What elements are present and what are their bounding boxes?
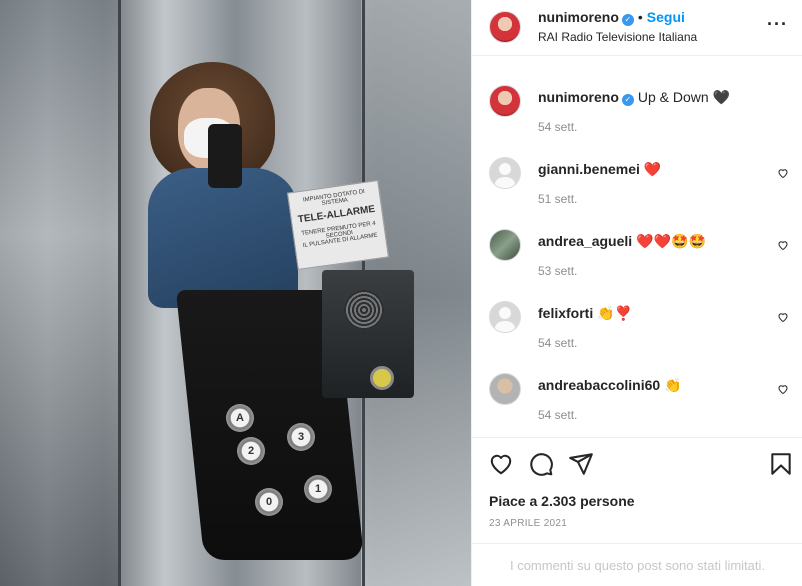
commenter-avatar[interactable] xyxy=(489,229,521,261)
comment-time[interactable]: 54 sett. xyxy=(538,408,577,422)
floor-button-1: 1 xyxy=(304,475,332,503)
floor-button-0: 0 xyxy=(255,488,283,516)
share-icon[interactable] xyxy=(568,451,594,477)
post-location[interactable]: RAI Radio Televisione Italiana xyxy=(538,30,697,44)
comment-text: andrea_agueli ❤️❤️🤩🤩 xyxy=(538,233,706,250)
elevator-door-seam xyxy=(118,0,121,586)
floor-button-2: 2 xyxy=(237,437,265,465)
alarm-sign: IMPIANTO DOTATO DI SISTEMA TELE-ALLARME … xyxy=(287,179,389,271)
comment-like-heart-icon[interactable] xyxy=(777,167,789,179)
smartphone xyxy=(208,124,242,188)
author-line: nunimoreno ✓ • Segui xyxy=(538,9,685,26)
heart-icon[interactable] xyxy=(488,451,514,477)
floor-button-label: 1 xyxy=(314,483,322,495)
comment-body: ❤️ xyxy=(643,161,662,177)
commenter-avatar[interactable] xyxy=(489,157,521,189)
caption-username[interactable]: nunimoreno xyxy=(538,89,619,105)
post-date[interactable]: 23 APRILE 2021 xyxy=(489,518,567,529)
comments-list: nunimoreno ✓ Up & Down 🖤 54 sett. gianni.b… xyxy=(472,57,802,437)
elevator-wall-left xyxy=(0,0,120,586)
floor-button-label: 2 xyxy=(247,445,255,457)
floor-button-a: A xyxy=(226,404,254,432)
commenter-username[interactable]: felixforti xyxy=(538,305,593,321)
author-username[interactable]: nunimoreno xyxy=(538,9,619,25)
verified-badge-icon: ✓ xyxy=(621,14,634,26)
comment-text: andreabaccolini60 👏 xyxy=(538,377,682,394)
post-actions: Piace a 2.303 persone 23 APRILE 2021 I c… xyxy=(472,437,802,586)
comment-like-heart-icon[interactable] xyxy=(777,239,789,251)
likes-count[interactable]: Piace a 2.303 persone xyxy=(489,493,635,509)
floor-button-label: A xyxy=(236,412,244,424)
intercom-panel xyxy=(322,270,414,398)
commenter-username[interactable]: gianni.benemei xyxy=(538,161,640,177)
comment-time[interactable]: 51 sett. xyxy=(538,192,577,206)
comment-like-heart-icon[interactable] xyxy=(777,383,789,395)
post-sidebar: nunimoreno ✓ • Segui RAI Radio Televisione … xyxy=(471,0,802,586)
separator-dot: • xyxy=(637,9,643,25)
comment-body: 👏 xyxy=(664,377,682,393)
post-header: nunimoreno ✓ • Segui RAI Radio Televisione … xyxy=(472,0,802,56)
bookmark-icon[interactable] xyxy=(768,451,794,477)
post-image[interactable]: IMPIANTO DOTATO DI SISTEMA TELE-ALLARME … xyxy=(0,0,471,586)
commenter-username[interactable]: andreabaccolini60 xyxy=(538,377,660,393)
follow-button[interactable]: Segui xyxy=(647,9,685,25)
person-shirt xyxy=(148,168,298,308)
comment-icon[interactable] xyxy=(528,451,554,477)
floor-button-label: 0 xyxy=(265,496,273,508)
caption-text: nunimoreno ✓ Up & Down 🖤 xyxy=(538,89,730,106)
more-options-icon[interactable]: ··· xyxy=(767,14,788,35)
floor-button-3: 3 xyxy=(287,423,315,451)
caption-body: Up & Down 🖤 xyxy=(637,89,731,105)
floor-button-label: 3 xyxy=(297,431,305,443)
commenter-username[interactable]: andrea_agueli xyxy=(538,233,632,249)
commenter-avatar[interactable] xyxy=(489,301,521,333)
comment-like-heart-icon[interactable] xyxy=(777,311,789,323)
comment-body: ❤️❤️🤩🤩 xyxy=(636,233,706,249)
intercom-speaker xyxy=(344,290,384,330)
comment-time[interactable]: 53 sett. xyxy=(538,264,577,278)
author-avatar[interactable] xyxy=(489,85,521,117)
comment-text: felixforti 👏❣️ xyxy=(538,305,632,322)
commenter-avatar[interactable] xyxy=(489,373,521,405)
author-avatar[interactable] xyxy=(489,11,521,43)
comments-limited-notice: I commenti su questo post sono stati lim… xyxy=(472,543,802,586)
verified-badge-icon: ✓ xyxy=(621,94,634,106)
comment-text: gianni.benemei ❤️ xyxy=(538,161,661,178)
comment-time[interactable]: 54 sett. xyxy=(538,336,577,350)
comment-body: 👏❣️ xyxy=(597,305,633,321)
caption-time[interactable]: 54 sett. xyxy=(538,120,577,134)
alarm-button xyxy=(370,366,394,390)
